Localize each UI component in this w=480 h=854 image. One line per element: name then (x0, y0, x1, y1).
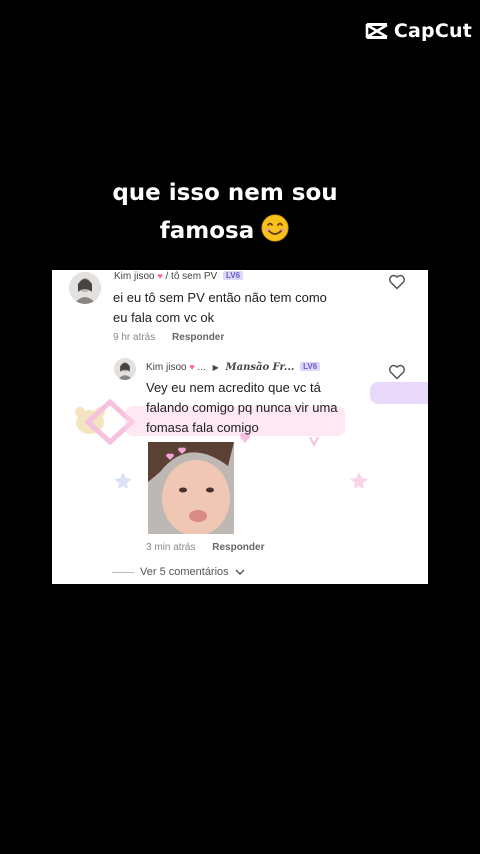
crying-baby-photo (148, 442, 234, 534)
comment-header: Kim jisoo ♥ / tô sem PV LV6 (114, 271, 244, 282)
reply-button[interactable]: Responder (212, 542, 264, 553)
divider (112, 571, 134, 573)
reply-target[interactable]: Mansão Fr... (226, 362, 295, 373)
reply-avatar-image (114, 358, 136, 380)
caption-line-1: que isso nem sou (112, 180, 338, 206)
reply-text-line: Vey eu nem acredito que vc tá (146, 380, 321, 395)
reply-text-line: fomasa fala comigo (146, 420, 259, 435)
watermark-text: CapCut (393, 20, 472, 42)
avatar-image (69, 272, 101, 304)
play-arrow-icon: ▶ (212, 363, 219, 372)
capcut-logo-icon (365, 23, 388, 39)
heart-outline-icon[interactable] (388, 364, 406, 380)
reply-time: 3 min atrás (146, 542, 196, 553)
reply-text: Vey eu nem acredito que vc tá falando co… (146, 378, 338, 438)
heart-sticker-icon: ♥ (157, 271, 163, 281)
reply-text-line: falando comigo pq nunca vir uma (146, 400, 338, 415)
comment-text-line: eu fala com vc ok (113, 310, 215, 325)
view-more-comments[interactable]: Ver 5 comentários (112, 566, 245, 578)
capcut-watermark: CapCut (365, 20, 472, 42)
reply-attached-photo[interactable] (148, 442, 234, 534)
smiling-emoji-icon (261, 214, 289, 242)
caption-line-2-text: famosa (159, 218, 255, 244)
level-badge: LV6 (300, 362, 321, 371)
caption-line-2: famosa (0, 212, 480, 250)
view-more-label: Ver 5 comentários (140, 566, 229, 578)
video-caption: que isso nem sou famosa (0, 174, 480, 250)
reply-ellipsis: ... (197, 362, 206, 373)
comment-text-line: ei eu tô sem PV então não tem como (113, 290, 327, 305)
avatar[interactable] (69, 272, 101, 304)
heart-outline-icon[interactable] (388, 274, 406, 290)
comments-screenshot: Kim jisoo ♥ / tô sem PV LV6 ei eu tô sem… (52, 270, 428, 584)
reply-header: Kim jisoo ♥ ... ▶ Mansão Fr... LV6 (146, 362, 321, 373)
comment-time: 9 hr atrás (113, 332, 156, 343)
comment-username[interactable]: Kim jisoo (114, 271, 155, 282)
heart-sticker-icon: ♥ (189, 362, 195, 372)
chevron-down-icon (235, 569, 245, 575)
comment-text: ei eu tô sem PV então não tem como eu fa… (113, 288, 327, 328)
level-badge: LV6 (222, 271, 244, 280)
comment-meta: 9 hr atrás Responder (113, 332, 224, 343)
reply-username[interactable]: Kim jisoo (146, 362, 187, 373)
comment-user-tag: / tô sem PV (165, 271, 218, 282)
reply-button[interactable]: Responder (172, 332, 224, 343)
reply-meta: 3 min atrás Responder (146, 542, 264, 553)
reply-avatar[interactable] (114, 358, 136, 380)
